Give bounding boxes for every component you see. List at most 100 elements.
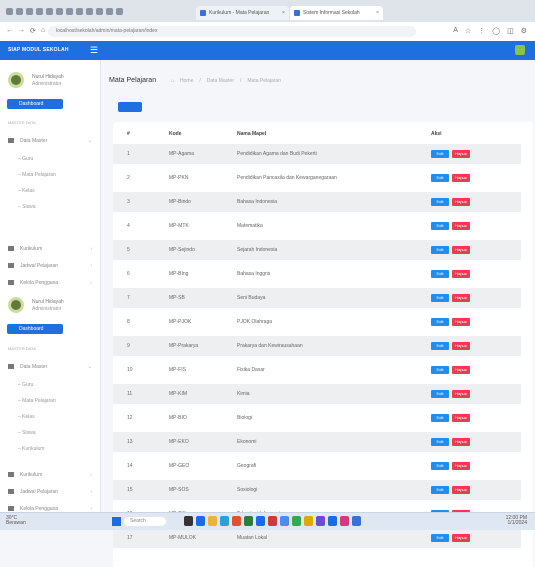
sidebar-subitem[interactable]: – Kurikulum — [18, 444, 100, 454]
taskbar-search[interactable]: Search — [124, 517, 166, 526]
close-tab-icon[interactable]: × — [376, 10, 379, 16]
app-icon[interactable] — [184, 516, 193, 526]
home-icon[interactable]: ⌂ — [171, 78, 174, 84]
browser-tool-icon[interactable]: ◯ — [492, 27, 500, 35]
tab-action-icon[interactable] — [56, 8, 63, 15]
menu-icon[interactable]: ⋮ — [478, 27, 485, 35]
edit-button[interactable]: Edit — [431, 198, 449, 206]
delete-button[interactable]: Hapus — [452, 390, 470, 398]
delete-button[interactable]: Hapus — [452, 438, 470, 446]
tab-action-icon[interactable] — [26, 8, 33, 15]
sidebar-subitem[interactable]: – Guru — [18, 380, 100, 390]
edit-button[interactable]: Edit — [431, 462, 449, 470]
sidebar-subitem[interactable]: – Guru — [18, 154, 100, 164]
edit-button[interactable]: Edit — [431, 486, 449, 494]
tab-action-icon[interactable] — [16, 8, 23, 15]
reload-icon[interactable]: ⟳ — [30, 27, 36, 35]
tab-action-icon[interactable] — [6, 8, 13, 15]
tab-action-icon[interactable] — [76, 8, 83, 15]
delete-button[interactable]: Hapus — [452, 462, 470, 470]
delete-button[interactable]: Hapus — [452, 534, 470, 542]
edit-button[interactable]: Edit — [431, 534, 449, 542]
sidebar-item-kurikulum[interactable]: Kurikulum › — [8, 244, 92, 254]
app-icon[interactable] — [328, 516, 337, 526]
delete-button[interactable]: Hapus — [452, 318, 470, 326]
sidebar-subitem[interactable]: – Siswa — [18, 202, 100, 212]
sidebar-subitem[interactable]: – Kelas — [18, 186, 100, 196]
delete-button[interactable]: Hapus — [452, 342, 470, 350]
delete-button[interactable]: Hapus — [452, 414, 470, 422]
sidebar-item-dashboard[interactable]: Dashboard — [7, 99, 63, 109]
sidebar-item-dashboard[interactable]: Dashboard — [7, 324, 63, 334]
hamburger-menu-icon[interactable]: ☰ — [90, 45, 98, 56]
app-icon[interactable] — [304, 516, 313, 526]
edit-button[interactable]: Edit — [431, 342, 449, 350]
sidebar-item-data-master[interactable]: Data Master ⌄ — [8, 136, 92, 146]
favorites-icon[interactable]: ☆ — [465, 27, 471, 35]
edit-button[interactable]: Edit — [431, 390, 449, 398]
delete-button[interactable]: Hapus — [452, 486, 470, 494]
browser-tab[interactable]: Kurikulum - Mata Pelajaran × — [196, 6, 289, 20]
forward-icon[interactable]: → — [18, 27, 25, 35]
edit-button[interactable]: Edit — [431, 318, 449, 326]
folder-icon[interactable] — [208, 516, 217, 526]
edge-icon[interactable] — [220, 516, 229, 526]
tab-action-icon[interactable] — [106, 8, 113, 15]
sidebar-item-jadwal[interactable]: Jadwal Pelajaran › — [8, 261, 92, 271]
edit-button[interactable]: Edit — [431, 150, 449, 158]
app-icon[interactable] — [352, 516, 361, 526]
edit-button[interactable]: Edit — [431, 270, 449, 278]
app-icon[interactable] — [340, 516, 349, 526]
delete-button[interactable]: Hapus — [452, 174, 470, 182]
edit-button[interactable]: Edit — [431, 174, 449, 182]
app-icon[interactable] — [244, 516, 253, 526]
add-button[interactable] — [118, 102, 142, 112]
edit-button[interactable]: Edit — [431, 366, 449, 374]
tab-action-icon[interactable] — [46, 8, 53, 15]
edit-button[interactable]: Edit — [431, 294, 449, 302]
tab-action-icon[interactable] — [96, 8, 103, 15]
sidebar-subitem[interactable]: – Kelas — [18, 412, 100, 422]
app-icon[interactable] — [232, 516, 241, 526]
breadcrumb-item[interactable]: Home — [180, 78, 193, 84]
close-tab-icon[interactable]: × — [282, 10, 285, 16]
sidebar-subitem[interactable]: – Mata Pelajaran — [18, 396, 100, 406]
edit-button[interactable]: Edit — [431, 222, 449, 230]
delete-button[interactable]: Hapus — [452, 150, 470, 158]
tab-action-icon[interactable] — [116, 8, 123, 15]
delete-button[interactable]: Hapus — [452, 246, 470, 254]
tab-action-icon[interactable] — [86, 8, 93, 15]
breadcrumb-item[interactable]: Data Master — [207, 78, 234, 84]
chrome-icon[interactable] — [280, 516, 289, 526]
collections-icon[interactable]: ◫ — [507, 27, 514, 35]
edit-button[interactable]: Edit — [431, 438, 449, 446]
sidebar-item-data-master[interactable]: Data Master ⌄ — [8, 362, 92, 372]
delete-button[interactable]: Hapus — [452, 294, 470, 302]
system-tray[interactable]: 12:00 PM 1/1/2024 — [506, 516, 527, 526]
home-icon[interactable]: ⌂ — [41, 27, 45, 35]
app-icon[interactable] — [292, 516, 301, 526]
edit-button[interactable]: Edit — [431, 414, 449, 422]
back-icon[interactable]: ← — [6, 27, 13, 35]
sidebar-item-jadwal[interactable]: Jadwal Pelajaran › — [8, 487, 92, 497]
weather-widget[interactable]: 30°C Berawan — [6, 516, 26, 526]
url-field[interactable]: localhost/sekolah/admin/mata-pelajaran/i… — [48, 26, 416, 37]
delete-button[interactable]: Hapus — [452, 366, 470, 374]
settings-icon[interactable]: ⚙ — [521, 27, 527, 35]
sidebar-item-pengguna[interactable]: Kelola Pengguna › — [8, 504, 92, 512]
browser-tool-icon[interactable]: A — [453, 27, 458, 35]
tab-action-icon[interactable] — [36, 8, 43, 15]
app-icon[interactable] — [268, 516, 277, 526]
tab-action-icon[interactable] — [66, 8, 73, 15]
app-icon[interactable] — [316, 516, 325, 526]
sidebar-subitem[interactable]: – Mata Pelajaran — [18, 170, 100, 180]
delete-button[interactable]: Hapus — [452, 270, 470, 278]
edit-button[interactable]: Edit — [431, 246, 449, 254]
delete-button[interactable]: Hapus — [452, 198, 470, 206]
user-avatar[interactable] — [515, 45, 525, 55]
windows-start-icon[interactable] — [112, 517, 121, 526]
sidebar-item-kurikulum[interactable]: Kurikulum › — [8, 470, 92, 480]
word-icon[interactable] — [256, 516, 265, 526]
sidebar-item-pengguna[interactable]: Kelola Pengguna › — [8, 278, 92, 288]
brand-logo[interactable]: SIAP MODUL SEKOLAH — [8, 47, 69, 53]
